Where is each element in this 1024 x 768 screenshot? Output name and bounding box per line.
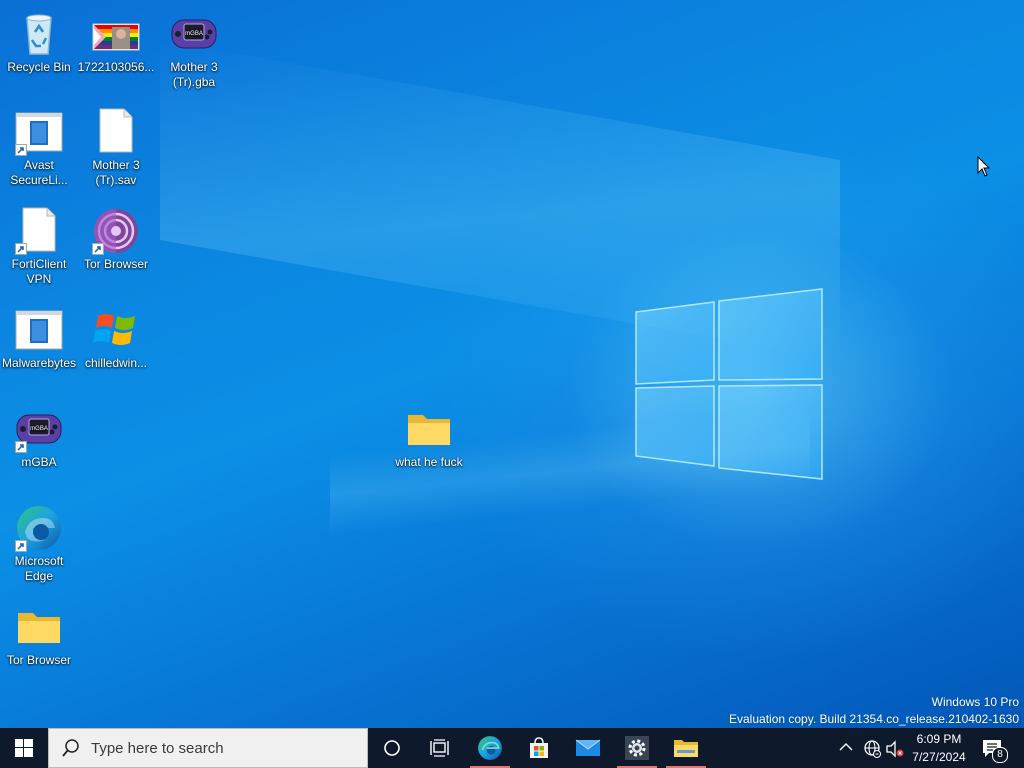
- evaluation-watermark: Windows 10 Pro Evaluation copy. Build 21…: [729, 694, 1019, 728]
- shortcut-app-icon: [15, 108, 63, 156]
- desktop-icon-label: Mother 3 (Tr).gba: [170, 60, 218, 89]
- notification-count-badge: 8: [992, 747, 1008, 763]
- watermark-edition: Windows 10 Pro: [931, 695, 1019, 709]
- watermark-build: Evaluation copy. Build 21354.co_release.…: [729, 712, 1019, 726]
- desktop-icon-label: Microsoft Edge: [14, 554, 64, 583]
- shortcut-arrow-icon: [92, 243, 104, 255]
- desktop-icon-label: FortiClient VPN: [11, 257, 67, 286]
- task-view-icon: [430, 739, 449, 757]
- desktop-icon-folder[interactable]: what he fuck: [390, 405, 468, 470]
- desktop[interactable]: Recycle Bin 1722103056... mGBA Mother 3 …: [0, 0, 1024, 728]
- desktop-icon-label: Recycle Bin: [7, 60, 71, 74]
- blank-file-shortcut-icon: [15, 207, 63, 255]
- desktop-icon-label: Avast SecureLi...: [10, 158, 68, 187]
- gba-console-icon: mGBA: [15, 405, 63, 453]
- store-icon: [530, 737, 548, 758]
- desktop-icon-label: Mother 3 (Tr).sav: [92, 158, 140, 187]
- blank-file-icon: [92, 108, 140, 156]
- gear-icon: [625, 736, 649, 760]
- action-center-button[interactable]: 8: [980, 736, 1008, 763]
- cortana-circle-icon: [384, 740, 400, 756]
- mail-icon: [575, 739, 601, 756]
- edge-icon: [478, 736, 502, 760]
- windows-logo-wallpaper: [635, 288, 823, 480]
- desktop-icon-tor-browser-folder[interactable]: Tor Browser: [0, 603, 78, 668]
- taskbar: Type here to search 6:09 PM 7/27/2024 8: [0, 728, 1024, 768]
- desktop-icon-forticlient[interactable]: FortiClient VPN: [0, 207, 78, 287]
- folder-icon: [674, 740, 698, 757]
- shortcut-arrow-icon: [15, 540, 27, 552]
- recycle-bin-icon: [15, 10, 63, 58]
- chevron-up-icon[interactable]: [839, 742, 853, 752]
- task-view-button[interactable]: [416, 728, 464, 768]
- taskbar-search-box[interactable]: Type here to search: [48, 728, 368, 768]
- taskbar-app-settings[interactable]: [613, 728, 661, 768]
- tor-browser-icon: [92, 207, 140, 255]
- svg-text:mGBA: mGBA: [185, 31, 203, 37]
- svg-text:mGBA: mGBA: [30, 426, 48, 432]
- clock-time: 6:09 PM: [916, 732, 962, 746]
- search-placeholder: Type here to search: [91, 739, 224, 757]
- start-button[interactable]: [0, 728, 48, 768]
- cortana-button[interactable]: [368, 728, 416, 768]
- desktop-icon-tor-browser[interactable]: Tor Browser: [77, 207, 155, 272]
- clock-date: 7/27/2024: [912, 750, 966, 764]
- shortcut-arrow-icon: [15, 243, 27, 255]
- desktop-icon-label: 1722103056...: [77, 60, 155, 74]
- volume-muted-icon[interactable]: [885, 739, 905, 759]
- edge-icon: [15, 504, 63, 552]
- shortcut-arrow-icon: [15, 144, 27, 156]
- desktop-icon-image-file[interactable]: 1722103056...: [77, 10, 155, 75]
- taskbar-app-edge[interactable]: [466, 728, 514, 768]
- desktop-icon-gba-rom[interactable]: mGBA Mother 3 (Tr).gba: [155, 10, 233, 90]
- desktop-icon-recycle-bin[interactable]: Recycle Bin: [0, 10, 78, 75]
- desktop-icon-chilledwin[interactable]: chilledwin...: [77, 306, 155, 371]
- desktop-icon-label: mGBA: [21, 455, 57, 469]
- windows-xp-logo-icon: [92, 306, 140, 354]
- desktop-icon-label: Tor Browser: [6, 653, 71, 667]
- system-clock[interactable]: 6:09 PM 7/27/2024: [908, 730, 970, 766]
- shortcut-arrow-icon: [15, 441, 27, 453]
- shortcut-app-icon: [15, 306, 63, 354]
- desktop-icon-mgba[interactable]: mGBA mGBA: [0, 405, 78, 470]
- folder-icon: [15, 603, 63, 651]
- search-icon: [62, 739, 79, 757]
- desktop-icon-save-file[interactable]: Mother 3 (Tr).sav: [77, 108, 155, 188]
- image-file-icon: [92, 10, 140, 58]
- desktop-icon-label: Tor Browser: [83, 257, 148, 271]
- taskbar-app-file-explorer[interactable]: [662, 728, 710, 768]
- desktop-icon-label: Malwarebytes: [1, 356, 77, 370]
- windows-start-icon: [15, 739, 33, 757]
- desktop-icon-avast[interactable]: Avast SecureLi...: [0, 108, 78, 188]
- taskbar-app-mail[interactable]: [564, 728, 612, 768]
- desktop-icon-malwarebytes[interactable]: Malwarebytes: [0, 306, 78, 371]
- desktop-icon-label: chilledwin...: [84, 356, 148, 370]
- desktop-icon-label: what he fuck: [395, 455, 463, 469]
- gba-console-icon: mGBA: [170, 10, 218, 58]
- desktop-icon-edge[interactable]: Microsoft Edge: [0, 504, 78, 584]
- network-globe-icon[interactable]: [862, 739, 882, 759]
- mouse-cursor-icon: [977, 156, 991, 177]
- folder-icon: [405, 405, 453, 453]
- taskbar-app-store[interactable]: [515, 728, 563, 768]
